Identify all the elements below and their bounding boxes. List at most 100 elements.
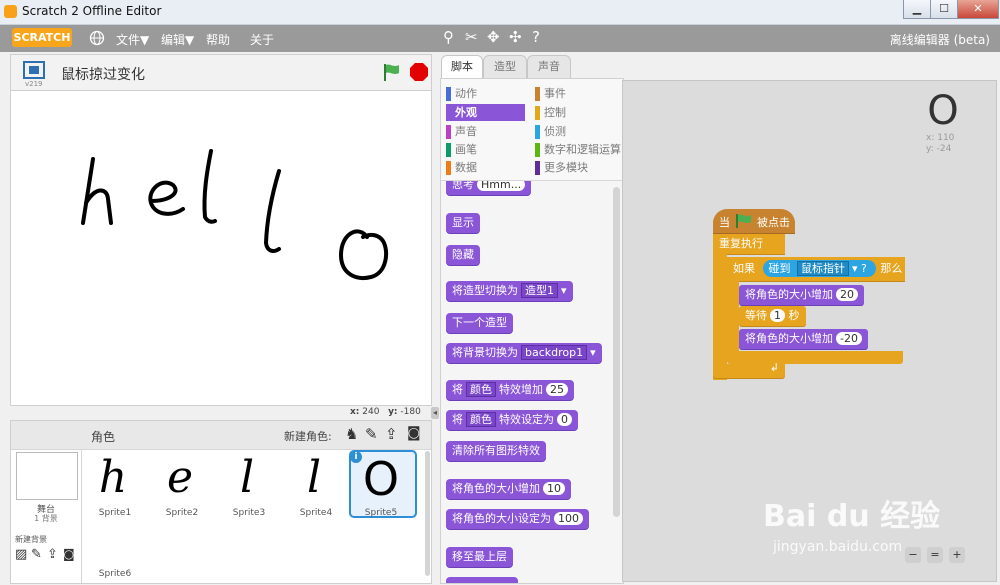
sprite-o-drawing[interactable] [338, 229, 389, 280]
sprite-tile[interactable]: h Sprite1 [83, 452, 147, 518]
category-events[interactable]: 事件 [535, 85, 566, 102]
switch-costume-block[interactable]: 将造型切换为 造型1 ▾ [446, 281, 573, 301]
if-then-block[interactable]: 如果 碰到 鼠标指针 ▾ ? 那么 [727, 257, 905, 281]
next-costume-block[interactable]: 下一个造型 [446, 313, 513, 333]
category-label: 数据 [455, 161, 477, 174]
sprite-h-drawing[interactable] [81, 157, 113, 225]
sprite-l2-drawing[interactable] [263, 169, 281, 253]
close-button[interactable]: ✕ [957, 0, 999, 19]
sprite-tile[interactable]: l Sprite4 [284, 452, 348, 518]
category-operators[interactable]: 数字和逻辑运算 [535, 141, 621, 158]
switch-backdrop-block[interactable]: 将背景切换为 backdrop1 ▾ [446, 343, 602, 363]
tab-scripts[interactable]: 脚本 [441, 55, 483, 79]
zoom-out-icon[interactable]: − [905, 547, 921, 563]
effect-dropdown[interactable]: 颜色 [466, 412, 496, 427]
scripts-area[interactable]: O x: 110 y: -24 当 被点击 重复执行 如果 碰到 鼠标指针 ▾ ?… [622, 80, 997, 582]
stage-thumbnail[interactable] [16, 452, 78, 500]
block-text: 被点击 [757, 216, 790, 229]
change-effect-block[interactable]: 将颜色 特效增加 25 [446, 380, 574, 400]
hide-block[interactable]: 隐藏 [446, 245, 480, 265]
help-icon[interactable]: ? [532, 28, 540, 46]
camera-backdrop-icon[interactable]: ◙ [63, 547, 75, 561]
sprite-e-drawing[interactable] [148, 180, 185, 216]
category-motion[interactable]: 动作 [446, 85, 477, 102]
block-input[interactable]: -20 [836, 332, 862, 345]
menu-about[interactable]: 关于 [250, 31, 274, 48]
next-block-partial[interactable] [446, 577, 518, 583]
touching-dropdown[interactable]: 鼠标指针 [797, 261, 849, 276]
shrink-icon[interactable]: ✣ [509, 28, 522, 46]
change-size-block[interactable]: 将角色的大小增加 20 [739, 285, 864, 305]
touching-block[interactable]: 碰到 鼠标指针 ▾ ? [762, 260, 877, 277]
category-pen[interactable]: 画笔 [446, 141, 477, 158]
block-input[interactable]: 25 [546, 383, 568, 396]
block-input[interactable]: 100 [554, 512, 583, 525]
maximize-button[interactable]: ☐ [930, 0, 958, 19]
paint-backdrop-icon[interactable]: ✎ [31, 547, 42, 562]
camera-sprite-icon[interactable]: ◙ [407, 425, 421, 441]
upload-backdrop-icon[interactable]: ⇪ [47, 547, 58, 562]
stop-icon[interactable] [409, 62, 429, 82]
wait-block[interactable]: 等待 1 秒 [739, 306, 806, 326]
menu-file[interactable]: 文件▼ [116, 31, 149, 48]
collapse-stage-arrow-icon[interactable]: ◂ [431, 407, 439, 419]
costume-dropdown[interactable]: 造型1 [521, 283, 558, 298]
forever-block[interactable]: 重复执行 [713, 234, 785, 254]
y-label: y: [388, 407, 398, 417]
effect-dropdown[interactable]: 颜色 [466, 382, 496, 397]
category-sound[interactable]: 声音 [446, 123, 477, 140]
category-sensing[interactable]: 侦测 [535, 123, 566, 140]
change-size-block[interactable]: 将角色的大小增加 10 [446, 479, 571, 499]
scratch-logo[interactable]: SCRATCH [12, 28, 72, 47]
upload-sprite-icon[interactable]: ⇪ [385, 425, 398, 443]
sprite-name: Sprite3 [232, 508, 266, 518]
clear-effects-block[interactable]: 清除所有图形特效 [446, 441, 546, 461]
choose-sprite-library-icon[interactable]: ♞ [345, 425, 358, 443]
when-flag-clicked-hat-block[interactable]: 当 被点击 [713, 209, 795, 233]
y-value: -24 [936, 144, 952, 154]
block-input[interactable]: 10 [543, 482, 565, 495]
sprite-tile[interactable]: e Sprite2 [150, 452, 214, 518]
menu-help[interactable]: 帮助 [206, 31, 230, 48]
category-control[interactable]: 控制 [535, 104, 566, 121]
zoom-reset-icon[interactable]: = [927, 547, 943, 563]
sprite-tile[interactable]: Sprite6 [83, 569, 147, 579]
palette-scrollbar[interactable] [613, 187, 620, 517]
duplicate-stamp-icon[interactable]: ⚲ [443, 28, 454, 46]
sprite-l1-drawing[interactable] [202, 149, 217, 224]
category-more-blocks[interactable]: 更多模块 [535, 159, 588, 176]
category-data[interactable]: 数据 [446, 159, 477, 176]
delete-scissors-icon[interactable]: ✂ [465, 28, 478, 46]
go-to-front-block[interactable]: 移至最上层 [446, 547, 513, 567]
minimize-button[interactable]: ▁ [903, 0, 931, 19]
block-input[interactable]: 0 [557, 413, 572, 426]
selected-sprite-tile[interactable]: i O Sprite5 [349, 450, 417, 518]
sprite-list-scrollbar[interactable] [425, 451, 430, 576]
zoom-in-icon[interactable]: + [949, 547, 965, 563]
category-looks[interactable]: 外观 [446, 104, 525, 121]
block-input[interactable]: 20 [836, 288, 858, 301]
block-text: 等待 [745, 309, 767, 322]
globe-icon[interactable] [89, 30, 105, 46]
sprite-tile[interactable]: l Sprite3 [217, 452, 281, 518]
block-input[interactable]: 1 [770, 309, 785, 322]
y-value: -180 [400, 407, 421, 417]
sprite-info-icon[interactable]: i [350, 451, 362, 463]
set-size-block[interactable]: 将角色的大小设定为 100 [446, 509, 589, 529]
green-flag-icon[interactable] [382, 62, 402, 82]
change-size-negative-block[interactable]: 将角色的大小增加 -20 [739, 329, 868, 349]
project-title[interactable]: 鼠标掠过变化 [61, 64, 145, 84]
paint-sprite-icon[interactable]: ✎ [365, 425, 378, 443]
backdrop-library-icon[interactable]: ▨ [15, 547, 27, 562]
think-block[interactable]: 思考 Hmm... [446, 181, 532, 195]
grow-icon[interactable]: ✥ [487, 28, 500, 46]
backdrop-dropdown[interactable]: backdrop1 [521, 345, 588, 360]
menu-edit[interactable]: 编辑▼ [161, 31, 194, 48]
set-effect-block[interactable]: 将颜色 特效设定为 0 [446, 410, 578, 430]
show-block[interactable]: 显示 [446, 213, 480, 233]
fullscreen-icon[interactable] [23, 61, 45, 79]
tab-sounds[interactable]: 声音 [527, 55, 571, 78]
block-input[interactable]: Hmm... [477, 181, 526, 191]
tab-costumes[interactable]: 造型 [483, 55, 527, 78]
stage-canvas[interactable] [10, 90, 432, 406]
